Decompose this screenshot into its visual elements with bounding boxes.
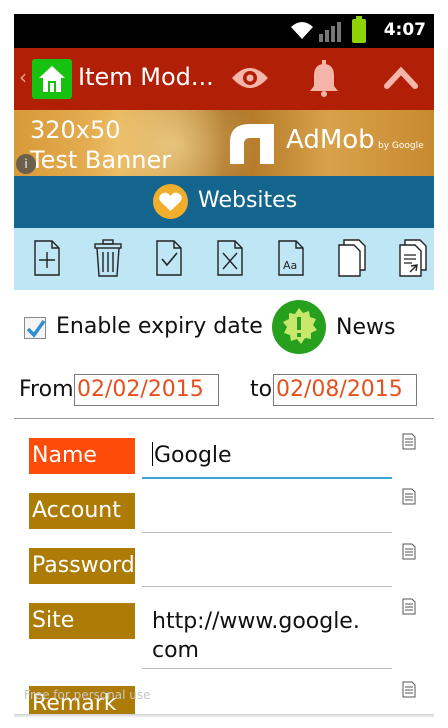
info-icon[interactable]: i [16, 154, 36, 174]
delete-icon[interactable] [93, 239, 123, 277]
category-label: Websites [198, 188, 298, 213]
add-item-icon[interactable] [32, 239, 62, 277]
check-icon[interactable] [154, 239, 184, 277]
admob-brand: AdMob [286, 125, 375, 155]
note-icon[interactable] [402, 543, 416, 560]
export-icon[interactable] [398, 239, 428, 277]
site-input[interactable]: http://www.google. com [142, 607, 392, 669]
bell-icon[interactable] [306, 60, 342, 98]
divider [14, 418, 434, 419]
note-icon[interactable] [402, 681, 416, 698]
to-date-input[interactable]: 02/08/2015 [273, 374, 417, 406]
back-chevron-icon[interactable]: ‹ [19, 65, 27, 89]
account-label: Account [29, 493, 135, 529]
clock: 4:07 [383, 20, 426, 40]
from-label: From [19, 377, 74, 402]
item-form: Enable expiry date News From 02/02/2015 … [14, 290, 434, 714]
password-label: Password [29, 548, 135, 584]
expiry-label: Enable expiry date [56, 314, 263, 339]
note-icon[interactable] [402, 598, 416, 615]
svg-text:Aa: Aa [283, 259, 297, 272]
copy-icon[interactable] [337, 239, 367, 277]
toolbar: Aa [14, 228, 434, 290]
ad-size-text: 320x50 [30, 116, 121, 144]
ad-banner[interactable]: 320x50 Test Banner i AdMob by Google [14, 110, 434, 176]
chevron-up-icon[interactable] [384, 66, 418, 90]
action-bar: ‹ Item Mod... [14, 48, 434, 110]
admob-by-google: by Google [378, 141, 424, 151]
category-header: Websites [14, 176, 434, 228]
note-icon[interactable] [402, 488, 416, 505]
signal-icon [319, 22, 341, 42]
note-icon[interactable] [402, 433, 416, 450]
password-input[interactable] [142, 554, 392, 587]
watermark: Free for personal use [24, 688, 151, 702]
admob-logo-icon [230, 124, 274, 164]
status-bar: 4:07 [14, 14, 434, 48]
heart-icon [153, 184, 188, 219]
site-label: Site [29, 603, 135, 639]
ad-banner-text: Test Banner [30, 146, 172, 174]
date-range: From 02/02/2015 to 02/08/2015 [19, 374, 429, 406]
name-input[interactable]: Google [142, 441, 392, 479]
from-date-input[interactable]: 02/02/2015 [74, 374, 219, 406]
eye-icon[interactable] [230, 64, 270, 92]
account-input[interactable] [142, 500, 392, 533]
to-label: to [250, 377, 273, 402]
screen-title: Item Mod... [78, 63, 214, 91]
font-icon[interactable]: Aa [276, 239, 306, 277]
news-badge-icon[interactable] [272, 300, 326, 354]
name-label: Name [29, 438, 135, 474]
news-label[interactable]: News [336, 315, 395, 340]
uncheck-icon[interactable] [215, 239, 245, 277]
battery-icon [352, 16, 366, 43]
expiry-checkbox[interactable] [24, 317, 46, 339]
wifi-icon [291, 22, 313, 39]
app-home-icon[interactable] [32, 59, 72, 99]
